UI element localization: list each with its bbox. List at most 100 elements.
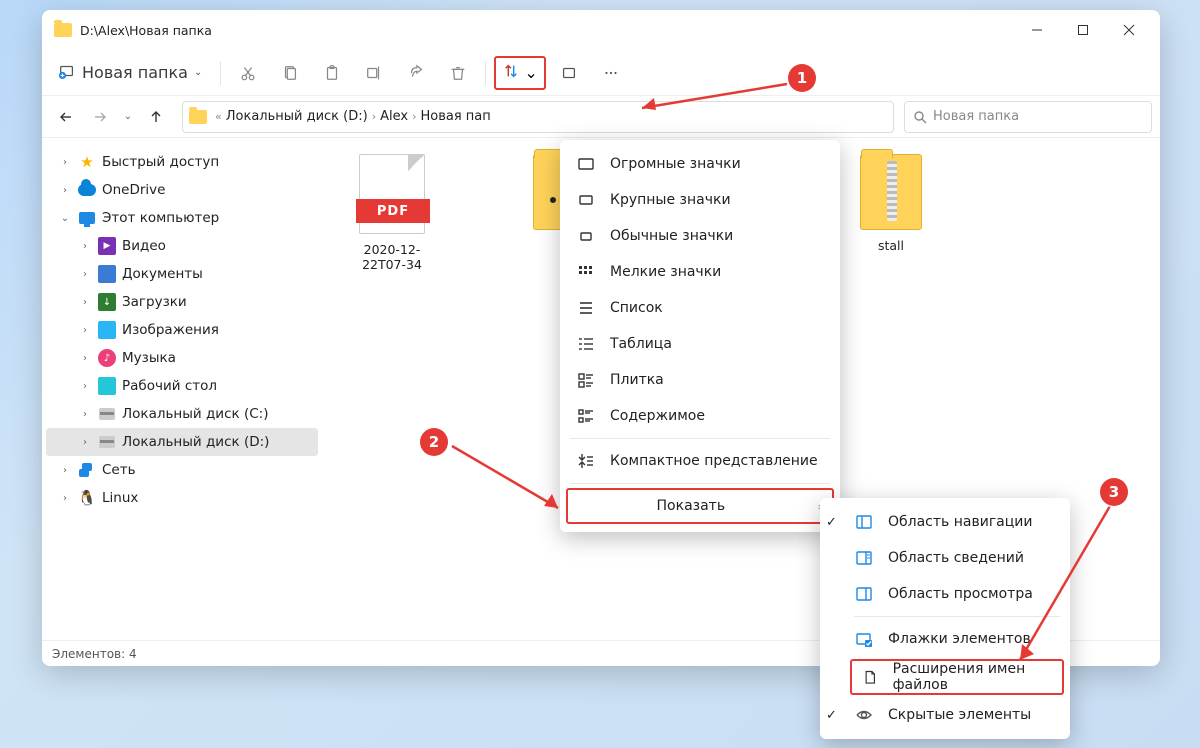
pdf-icon: PDF [359, 154, 425, 234]
up-button[interactable] [140, 101, 172, 133]
view-compact[interactable]: Компактное представление [560, 443, 840, 479]
tree-desktop[interactable]: ›Рабочий стол [46, 372, 318, 400]
large-icon [576, 190, 596, 210]
tree-downloads[interactable]: ›↓Загрузки [46, 288, 318, 316]
chevron-down-icon: ⌄ [194, 67, 202, 78]
separator [485, 61, 486, 85]
disk-icon [98, 405, 116, 423]
delete-button[interactable] [439, 56, 477, 90]
tree-disk-d[interactable]: ›Локальный диск (D:) [46, 428, 318, 456]
details-icon [576, 334, 596, 354]
zip-icon [860, 154, 922, 230]
view-details[interactable]: Таблица [560, 326, 840, 362]
view-list[interactable]: Список [560, 290, 840, 326]
pdf-badge: PDF [356, 199, 430, 223]
sort-view-button[interactable]: ⌄ [494, 56, 545, 90]
file-pdf[interactable]: PDF 2020-12-22T07-34 [342, 154, 442, 272]
eye-icon [854, 705, 874, 725]
file-zip-2[interactable]: stall [841, 154, 941, 272]
view-content[interactable]: Содержимое [560, 398, 840, 434]
bullet-icon [550, 197, 556, 203]
tree-documents[interactable]: ›Документы [46, 260, 318, 288]
file-name: stall [841, 238, 941, 253]
crumb-folder[interactable]: Новая пап [420, 109, 490, 124]
folder-icon [54, 23, 72, 37]
paste-button[interactable] [313, 56, 351, 90]
share-button[interactable] [397, 56, 435, 90]
file-ext-icon [862, 667, 879, 687]
documents-icon [98, 265, 116, 283]
crumb-chevron: « [215, 110, 222, 123]
maximize-button[interactable] [1060, 14, 1106, 46]
tree-disk-c[interactable]: ›Локальный диск (C:) [46, 400, 318, 428]
view-tiles[interactable]: Плитка [560, 362, 840, 398]
crumb-drive[interactable]: Локальный диск (D:) [226, 109, 368, 124]
rename-button[interactable] [355, 56, 393, 90]
music-icon: ♪ [98, 349, 116, 367]
file-name: 2020-12-22T07-34 [342, 242, 442, 272]
compact-icon [576, 451, 596, 471]
separator [220, 61, 221, 85]
new-button[interactable]: Новая папка ⌄ [48, 56, 212, 90]
menu-divider [570, 438, 830, 439]
tree-videos[interactable]: ›▶Видео [46, 232, 318, 260]
check-icon: ✓ [826, 708, 842, 723]
tree-music[interactable]: ›♪Музыка [46, 344, 318, 372]
list-icon [576, 298, 596, 318]
item-count: Элементов: 4 [52, 647, 137, 661]
tree-onedrive[interactable]: ›OneDrive [46, 176, 318, 204]
tree-thispc[interactable]: ⌄Этот компьютер [46, 204, 318, 232]
tree-network[interactable]: ›Сеть [46, 456, 318, 484]
cut-button[interactable] [229, 56, 267, 90]
tree-pictures[interactable]: ›Изображения [46, 316, 318, 344]
details-pane-icon [854, 548, 874, 568]
window-title: D:\Alex\Новая папка [80, 23, 212, 38]
chevron-down-icon: ⌄ [524, 63, 537, 82]
view-extra-large[interactable]: Огромные значки [560, 146, 840, 182]
sort-icon [502, 62, 520, 84]
view-menu: Огромные значки Крупные значки Обычные з… [560, 140, 840, 532]
crumb-sep: › [412, 110, 416, 123]
layout-button[interactable] [550, 56, 588, 90]
view-show[interactable]: Показать› [566, 488, 834, 524]
toolbar: Новая папка ⌄ ⌄ [42, 50, 1160, 96]
minimize-button[interactable] [1014, 14, 1060, 46]
copy-button[interactable] [271, 56, 309, 90]
small-icon [576, 262, 596, 282]
pictures-icon [98, 321, 116, 339]
recent-chevron[interactable]: ⌄ [118, 101, 138, 133]
view-small[interactable]: Мелкие значки [560, 254, 840, 290]
tiles-icon [576, 370, 596, 390]
medium-icon [576, 226, 596, 246]
tree-linux[interactable]: ›🐧Linux [46, 484, 318, 512]
content-icon [576, 406, 596, 426]
crumb-sep: › [372, 110, 376, 123]
search-icon [913, 110, 927, 124]
monitor-icon [78, 209, 96, 227]
menu-divider [570, 483, 830, 484]
folder-icon [189, 110, 207, 124]
nav-pane: ›★Быстрый доступ ›OneDrive ⌄Этот компьют… [42, 138, 322, 640]
callout-1: 1 [788, 64, 816, 92]
forward-button[interactable] [84, 101, 116, 133]
extra-large-icon [576, 154, 596, 174]
show-hidden[interactable]: ✓Скрытые элементы [844, 697, 1070, 733]
arrow-1 [622, 78, 792, 118]
search-placeholder: Новая папка [933, 109, 1019, 124]
close-button[interactable] [1106, 14, 1152, 46]
check-icon: ✓ [826, 515, 842, 530]
view-large[interactable]: Крупные значки [560, 182, 840, 218]
video-icon: ▶ [98, 237, 116, 255]
network-icon [78, 461, 96, 479]
search-box[interactable]: Новая папка [904, 101, 1152, 133]
new-icon [58, 62, 76, 84]
back-button[interactable] [50, 101, 82, 133]
crumb-alex[interactable]: Alex [380, 109, 408, 124]
new-label: Новая папка [82, 63, 188, 82]
star-icon: ★ [78, 153, 96, 171]
nav-row: ⌄ « Локальный диск (D:) › Alex › Новая п… [42, 96, 1160, 138]
view-medium[interactable]: Обычные значки [560, 218, 840, 254]
checkbox-icon [854, 629, 874, 649]
tree-quick-access[interactable]: ›★Быстрый доступ [46, 148, 318, 176]
arrow-3 [1000, 502, 1120, 672]
